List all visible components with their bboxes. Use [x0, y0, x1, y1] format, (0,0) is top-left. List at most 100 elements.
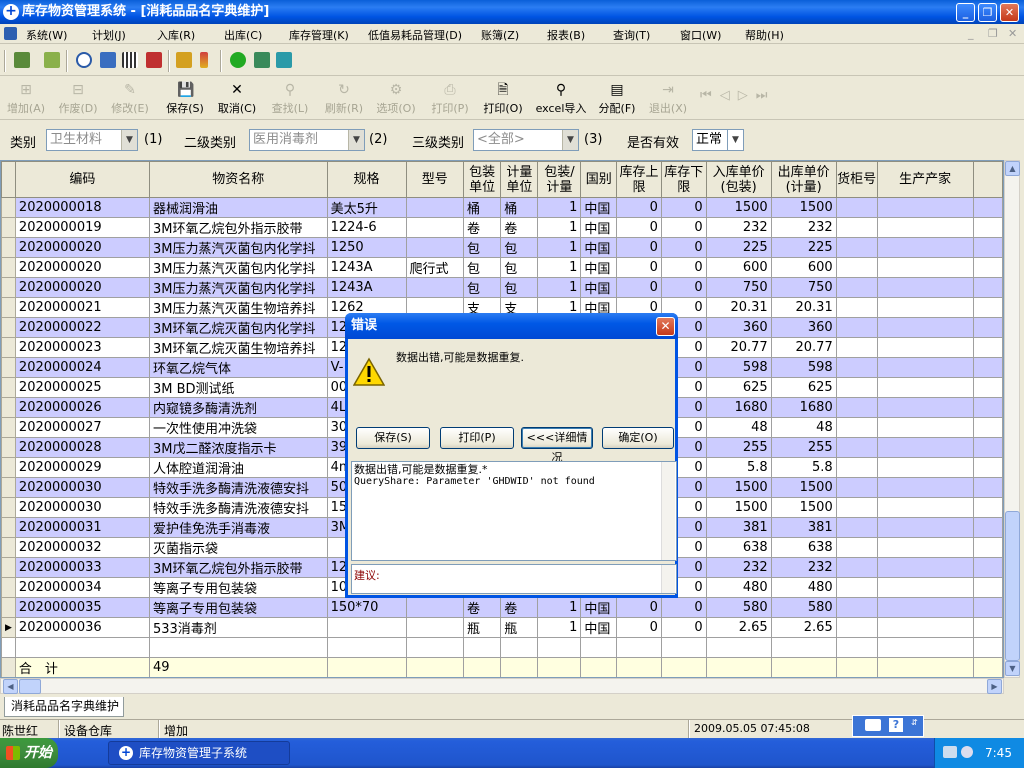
table-cell[interactable]: 一次性使用冲洗袋 [148, 417, 328, 438]
table-cell[interactable]: 2020000020 [14, 237, 150, 258]
col-header[interactable]: 库存上限 [616, 161, 662, 198]
table-cell[interactable]: 225 [770, 237, 837, 258]
table-cell[interactable] [876, 537, 974, 558]
table-cell[interactable] [405, 237, 464, 258]
table-row[interactable]: 2020000020 3M压力蒸汽灭菌包内化学抖 1243A 包包 1 中国 0 0 750 75… [1, 277, 1003, 298]
menu-help[interactable]: 帮助(H) [745, 27, 784, 43]
table-cell[interactable]: 2020000030 [14, 477, 150, 498]
scroll-thumb[interactable] [1005, 511, 1020, 661]
search-icon[interactable] [76, 52, 92, 68]
row-indicator[interactable] [1, 277, 16, 298]
table-cell[interactable] [876, 197, 974, 218]
vertical-scrollbar[interactable]: ▲ ▼ [1004, 160, 1020, 678]
table-cell[interactable]: 桶 [500, 197, 539, 218]
calculator-icon[interactable] [122, 52, 138, 68]
table-cell[interactable] [876, 257, 974, 278]
col-header[interactable]: 计量单位 [500, 161, 539, 198]
table-cell[interactable]: 2020000026 [14, 397, 150, 418]
col-header[interactable]: 型号 [405, 161, 464, 198]
table-cell[interactable]: 2.65 [705, 617, 772, 638]
col-header[interactable]: 生产产家 [876, 161, 974, 198]
table-cell[interactable]: 等离子专用包装袋 [148, 577, 328, 598]
error-detail-text[interactable]: 数据出错,可能是数据重复.* QueryShare: Parameter 'GH… [351, 461, 677, 561]
table-cell[interactable] [835, 457, 878, 478]
table-cell[interactable]: 1680 [770, 397, 837, 418]
table-cell[interactable]: 3M压力蒸汽灭菌生物培养抖 [148, 297, 328, 318]
row-indicator[interactable] [1, 537, 16, 558]
detail-scrollbar[interactable] [661, 462, 675, 560]
mdi-minimize-icon[interactable]: _ [968, 27, 974, 40]
table-cell[interactable]: 480 [705, 577, 772, 598]
table-cell[interactable]: 1 [537, 217, 582, 238]
table-cell[interactable]: 0 [660, 617, 707, 638]
table-cell[interactable]: 2020000018 [14, 197, 150, 218]
taskbar-app-button[interactable]: + 库存物资管理子系统 [108, 741, 290, 765]
table-cell[interactable] [326, 617, 407, 638]
table-cell[interactable]: 卷 [500, 217, 539, 238]
table-cell[interactable] [405, 617, 464, 638]
table-cell[interactable] [876, 397, 974, 418]
table-cell[interactable]: 0 [660, 597, 707, 618]
table-cell[interactable]: 特效手洗多酶清洗液德安抖 [148, 497, 328, 518]
suggestion-box[interactable]: 建议: [351, 564, 677, 594]
table-cell[interactable] [835, 217, 878, 238]
table-cell[interactable] [835, 417, 878, 438]
table-cell[interactable]: 2020000028 [14, 437, 150, 458]
table-cell[interactable] [835, 437, 878, 458]
table-cell[interactable]: 255 [770, 437, 837, 458]
table-row[interactable]: 2020000020 3M压力蒸汽灭菌包内化学抖 1250 包包 1 中国 0 0 225 225 [1, 237, 1003, 258]
table-cell[interactable]: 包 [500, 257, 539, 278]
table-cell[interactable]: 232 [705, 217, 772, 238]
table-cell[interactable]: 638 [705, 537, 772, 558]
table-cell[interactable]: 2020000020 [14, 277, 150, 298]
table-cell[interactable]: 1 [537, 237, 582, 258]
network-icon[interactable] [943, 746, 957, 758]
table-cell[interactable] [876, 277, 974, 298]
table-cell[interactable]: 人体腔道润滑油 [148, 457, 328, 478]
table-cell[interactable]: 232 [770, 557, 837, 578]
table-cell[interactable]: 0 [660, 257, 707, 278]
col-header[interactable]: 库存下限 [660, 161, 707, 198]
row-indicator[interactable] [1, 597, 16, 618]
book-icon[interactable] [254, 52, 270, 68]
table-cell[interactable]: 0 [660, 197, 707, 218]
table-cell[interactable]: 美太5升 [326, 197, 407, 218]
table-cell[interactable]: 5.8 [770, 457, 837, 478]
table-cell[interactable] [835, 237, 878, 258]
table-cell[interactable]: 3M压力蒸汽灭菌包内化学抖 [148, 277, 328, 298]
table-cell[interactable] [405, 197, 464, 218]
table-cell[interactable]: 255 [705, 437, 772, 458]
table-cell[interactable]: 1243A [326, 277, 407, 298]
table-cell[interactable] [876, 417, 974, 438]
print-disabled-button[interactable]: ⎙ 打印(P) [428, 82, 472, 116]
table-cell[interactable] [835, 377, 878, 398]
table-cell[interactable]: 2020000036 [14, 617, 150, 638]
table-cell[interactable]: 20.31 [770, 297, 837, 318]
row-indicator[interactable] [1, 557, 16, 578]
col-header[interactable]: 国别 [580, 161, 618, 198]
grid-icon[interactable] [276, 52, 292, 68]
excel-import-button[interactable]: ⚲ excel导入 [532, 82, 590, 116]
table-cell[interactable] [835, 397, 878, 418]
checkin-icon[interactable] [14, 52, 30, 68]
stop-icon[interactable] [230, 52, 246, 68]
table-cell[interactable]: 2020000022 [14, 317, 150, 338]
table-cell[interactable]: 2020000023 [14, 337, 150, 358]
table-cell[interactable] [876, 557, 974, 578]
volume-icon[interactable] [961, 746, 973, 758]
exit-button[interactable]: ⇥ 退出(X) [646, 82, 690, 116]
dialog-details-button[interactable]: <<<详细情况 [521, 427, 593, 464]
col-header[interactable]: 出库单价(计量) [770, 161, 837, 198]
table-cell[interactable]: 特效手洗多酶清洗液德安抖 [148, 477, 328, 498]
table-cell[interactable]: 2.65 [770, 617, 837, 638]
table-cell[interactable]: 381 [705, 517, 772, 538]
third-category-select[interactable]: <全部> ▼ [473, 129, 579, 151]
menu-app-icon[interactable] [4, 27, 17, 40]
category-select[interactable]: 卫生材料 ▼ [46, 129, 138, 151]
table-cell[interactable]: 0 [660, 217, 707, 238]
table-row[interactable]: 2020000035 等离子专用包装袋 150*70 卷卷 1 中国 0 0 580 580 [1, 597, 1003, 618]
record-nav-icons[interactable]: ⏮◁▷⏭ [700, 88, 775, 103]
table-cell[interactable]: 卷 [462, 217, 502, 238]
table-cell[interactable]: 1 [537, 277, 582, 298]
report-icon[interactable] [146, 52, 162, 68]
